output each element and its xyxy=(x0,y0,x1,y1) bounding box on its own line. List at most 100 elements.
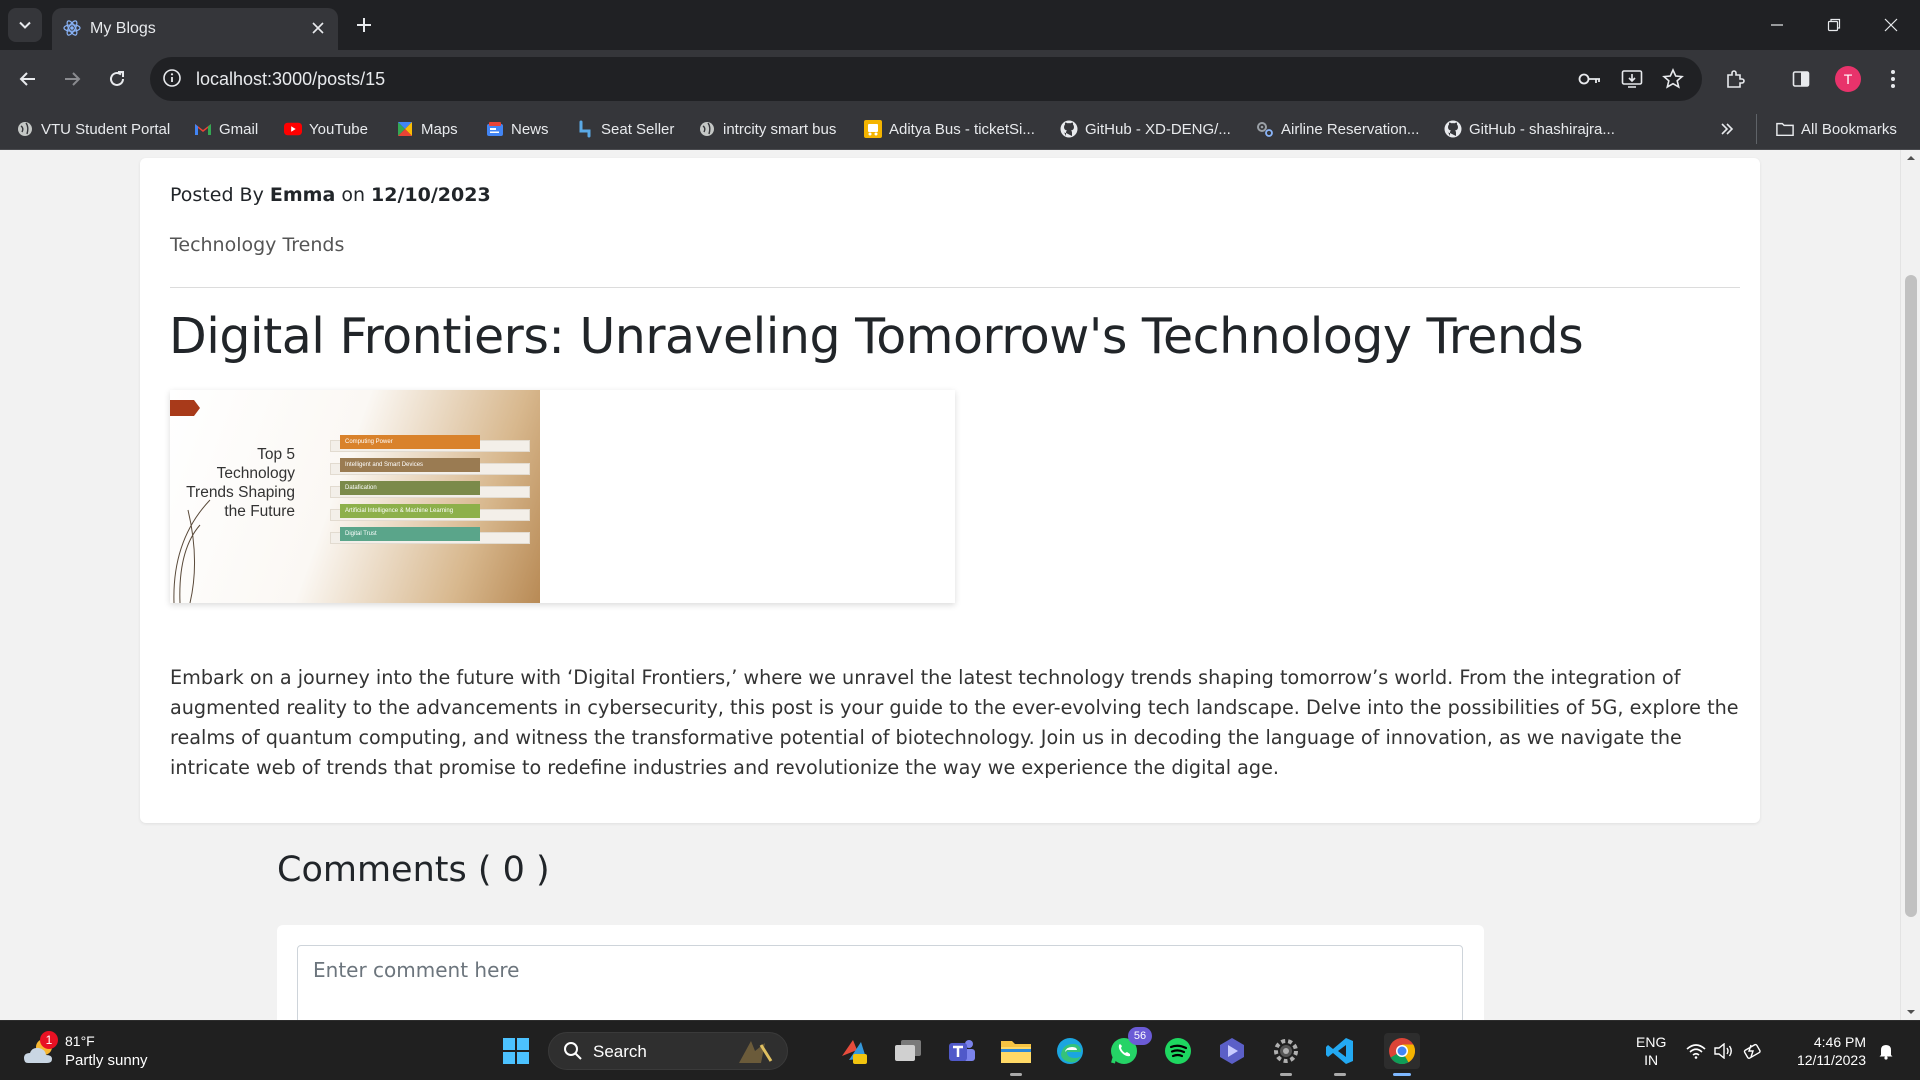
bookmarks-overflow-button[interactable] xyxy=(1718,118,1736,140)
github-icon xyxy=(1444,120,1462,138)
comment-input[interactable] xyxy=(297,945,1463,1020)
globe-icon xyxy=(16,120,34,138)
close-icon xyxy=(1884,18,1898,32)
back-button[interactable] xyxy=(12,63,44,95)
language-indicator[interactable]: ENG IN xyxy=(1636,1033,1666,1069)
windows-logo-icon xyxy=(503,1038,529,1064)
image-heading: Top 5 Technology Trends Shaping the Futu… xyxy=(170,445,295,521)
extensions-button[interactable] xyxy=(1719,63,1751,95)
folder-icon xyxy=(1776,120,1794,138)
image-heading-line: the Future xyxy=(224,503,295,520)
bookmarks-bar: VTU Student Portal Gmail YouTube Maps Ne… xyxy=(0,108,1920,150)
bookmark-star-icon[interactable] xyxy=(1661,67,1685,91)
arrow-right-icon xyxy=(65,72,81,86)
password-key-icon[interactable] xyxy=(1578,67,1602,91)
app-preview-icon xyxy=(842,1040,867,1064)
wifi-icon[interactable] xyxy=(1686,1041,1706,1061)
plus-icon xyxy=(357,18,371,32)
github-icon xyxy=(1060,120,1078,138)
battery-charging-icon[interactable] xyxy=(1742,1041,1762,1061)
scroll-down-icon[interactable] xyxy=(1901,1006,1920,1018)
notification-bell-icon[interactable] xyxy=(1876,1041,1896,1061)
profile-avatar[interactable]: T xyxy=(1835,66,1861,92)
browser-menu-button[interactable] xyxy=(1877,63,1909,95)
all-bookmarks-button[interactable]: All Bookmarks xyxy=(1776,118,1897,140)
bookmark-gmail[interactable]: Gmail xyxy=(194,118,258,140)
active-tab[interactable]: My Blogs xyxy=(52,8,338,50)
youtube-icon xyxy=(284,120,302,138)
bookmark-label: Maps xyxy=(421,120,458,138)
image-bar: Artificial Intelligence & Machine Learni… xyxy=(340,504,480,518)
address-bar[interactable]: localhost:3000/posts/15 xyxy=(150,57,1702,101)
browser-toolbar: localhost:3000/posts/15 T xyxy=(0,50,1920,108)
taskbar-app-teams[interactable] xyxy=(944,1033,980,1069)
bookmarks-divider xyxy=(1756,114,1757,144)
taskbar-app-power-automate[interactable] xyxy=(1214,1033,1250,1069)
task-view-icon xyxy=(895,1040,921,1061)
new-tab-button[interactable] xyxy=(350,11,378,39)
teams-icon xyxy=(949,1040,975,1061)
bookmark-label: Aditya Bus - ticketSi... xyxy=(889,120,1035,138)
weather-widget[interactable]: 1 81°F Partly sunny xyxy=(20,1031,180,1073)
page-viewport: Posted By Emma on 12/10/2023 Technology … xyxy=(0,150,1920,1020)
taskbar-app-vscode[interactable] xyxy=(1322,1033,1358,1076)
bookmark-label: intrcity smart bus xyxy=(723,120,837,138)
bookmark-aditya-bus[interactable]: Aditya Bus - ticketSi... xyxy=(864,118,1035,140)
bookmark-intrcity[interactable]: intrcity smart bus xyxy=(698,118,836,140)
comment-form xyxy=(277,925,1484,1020)
taskbar-app-preview[interactable] xyxy=(836,1033,872,1069)
image-heading-line: Trends Shaping xyxy=(186,484,295,501)
bookmark-news[interactable]: News xyxy=(486,118,549,140)
bookmark-airline-reservation[interactable]: Airline Reservation... xyxy=(1256,118,1419,140)
whatsapp-badge: 56 xyxy=(1128,1027,1152,1045)
image-bar: Datafication xyxy=(340,481,480,495)
bookmark-label: GitHub - XD-DENG/... xyxy=(1085,120,1231,138)
taskbar-app-chrome[interactable] xyxy=(1384,1033,1420,1076)
taskbar-search[interactable]: Search xyxy=(548,1032,788,1070)
scroll-up-icon[interactable] xyxy=(1901,152,1920,164)
bookmark-seat-seller[interactable]: Seat Seller xyxy=(576,118,674,140)
weather-temp: 81°F xyxy=(65,1033,95,1049)
post-meta: Posted By Emma on 12/10/2023 xyxy=(170,184,491,206)
clock[interactable]: 4:46 PM 12/11/2023 xyxy=(1780,1033,1866,1069)
running-indicator xyxy=(1280,1073,1292,1076)
taskbar-app-task-view[interactable] xyxy=(890,1033,926,1069)
volume-icon[interactable] xyxy=(1714,1041,1734,1061)
reload-button[interactable] xyxy=(101,63,133,95)
side-panel-button[interactable] xyxy=(1785,63,1817,95)
image-bar: Computing Power xyxy=(340,435,480,449)
bookmark-label: Airline Reservation... xyxy=(1281,120,1420,138)
close-tab-icon[interactable] xyxy=(306,16,330,40)
scrollbar[interactable] xyxy=(1900,150,1920,1020)
bookmark-github-xd-deng[interactable]: GitHub - XD-DENG/... xyxy=(1060,118,1231,140)
minimize-button[interactable] xyxy=(1748,0,1806,50)
taskbar-app-file-explorer[interactable] xyxy=(998,1033,1034,1076)
comments-heading: Comments ( 0 ) xyxy=(277,850,550,890)
scrollbar-thumb[interactable] xyxy=(1905,275,1917,917)
post-card: Posted By Emma on 12/10/2023 Technology … xyxy=(140,158,1760,823)
all-bookmarks-label: All Bookmarks xyxy=(1801,120,1897,138)
bookmark-vtu-student-portal[interactable]: VTU Student Portal xyxy=(16,118,170,140)
close-window-button[interactable] xyxy=(1862,0,1920,50)
power-automate-icon xyxy=(1220,1038,1244,1064)
bookmark-github-shashirajra[interactable]: GitHub - shashirajra... xyxy=(1444,118,1615,140)
install-app-icon[interactable] xyxy=(1620,67,1644,91)
tab-search-button[interactable] xyxy=(8,8,42,42)
restore-button[interactable] xyxy=(1805,0,1863,50)
taskbar-app-whatsapp[interactable]: 56 xyxy=(1106,1027,1152,1069)
bookmark-label: Seat Seller xyxy=(601,120,675,138)
taskbar-app-spotify[interactable] xyxy=(1160,1033,1196,1069)
taskbar-app-edge[interactable] xyxy=(1052,1033,1088,1069)
site-info-icon[interactable] xyxy=(162,68,182,88)
bookmark-maps[interactable]: Maps xyxy=(396,118,458,140)
forward-button[interactable] xyxy=(56,63,88,95)
bookmark-label: GitHub - shashirajra... xyxy=(1469,120,1615,138)
reload-icon xyxy=(110,71,124,86)
start-button[interactable] xyxy=(498,1033,534,1069)
url-text[interactable]: localhost:3000/posts/15 xyxy=(196,69,385,90)
bookmark-youtube[interactable]: YouTube xyxy=(284,118,368,140)
puzzle-icon xyxy=(1727,70,1745,88)
spotify-icon xyxy=(1165,1038,1191,1064)
taskbar-app-settings[interactable] xyxy=(1268,1033,1304,1076)
windows-taskbar: 1 81°F Partly sunny Search 56 ENG IN 4:4… xyxy=(0,1020,1920,1080)
